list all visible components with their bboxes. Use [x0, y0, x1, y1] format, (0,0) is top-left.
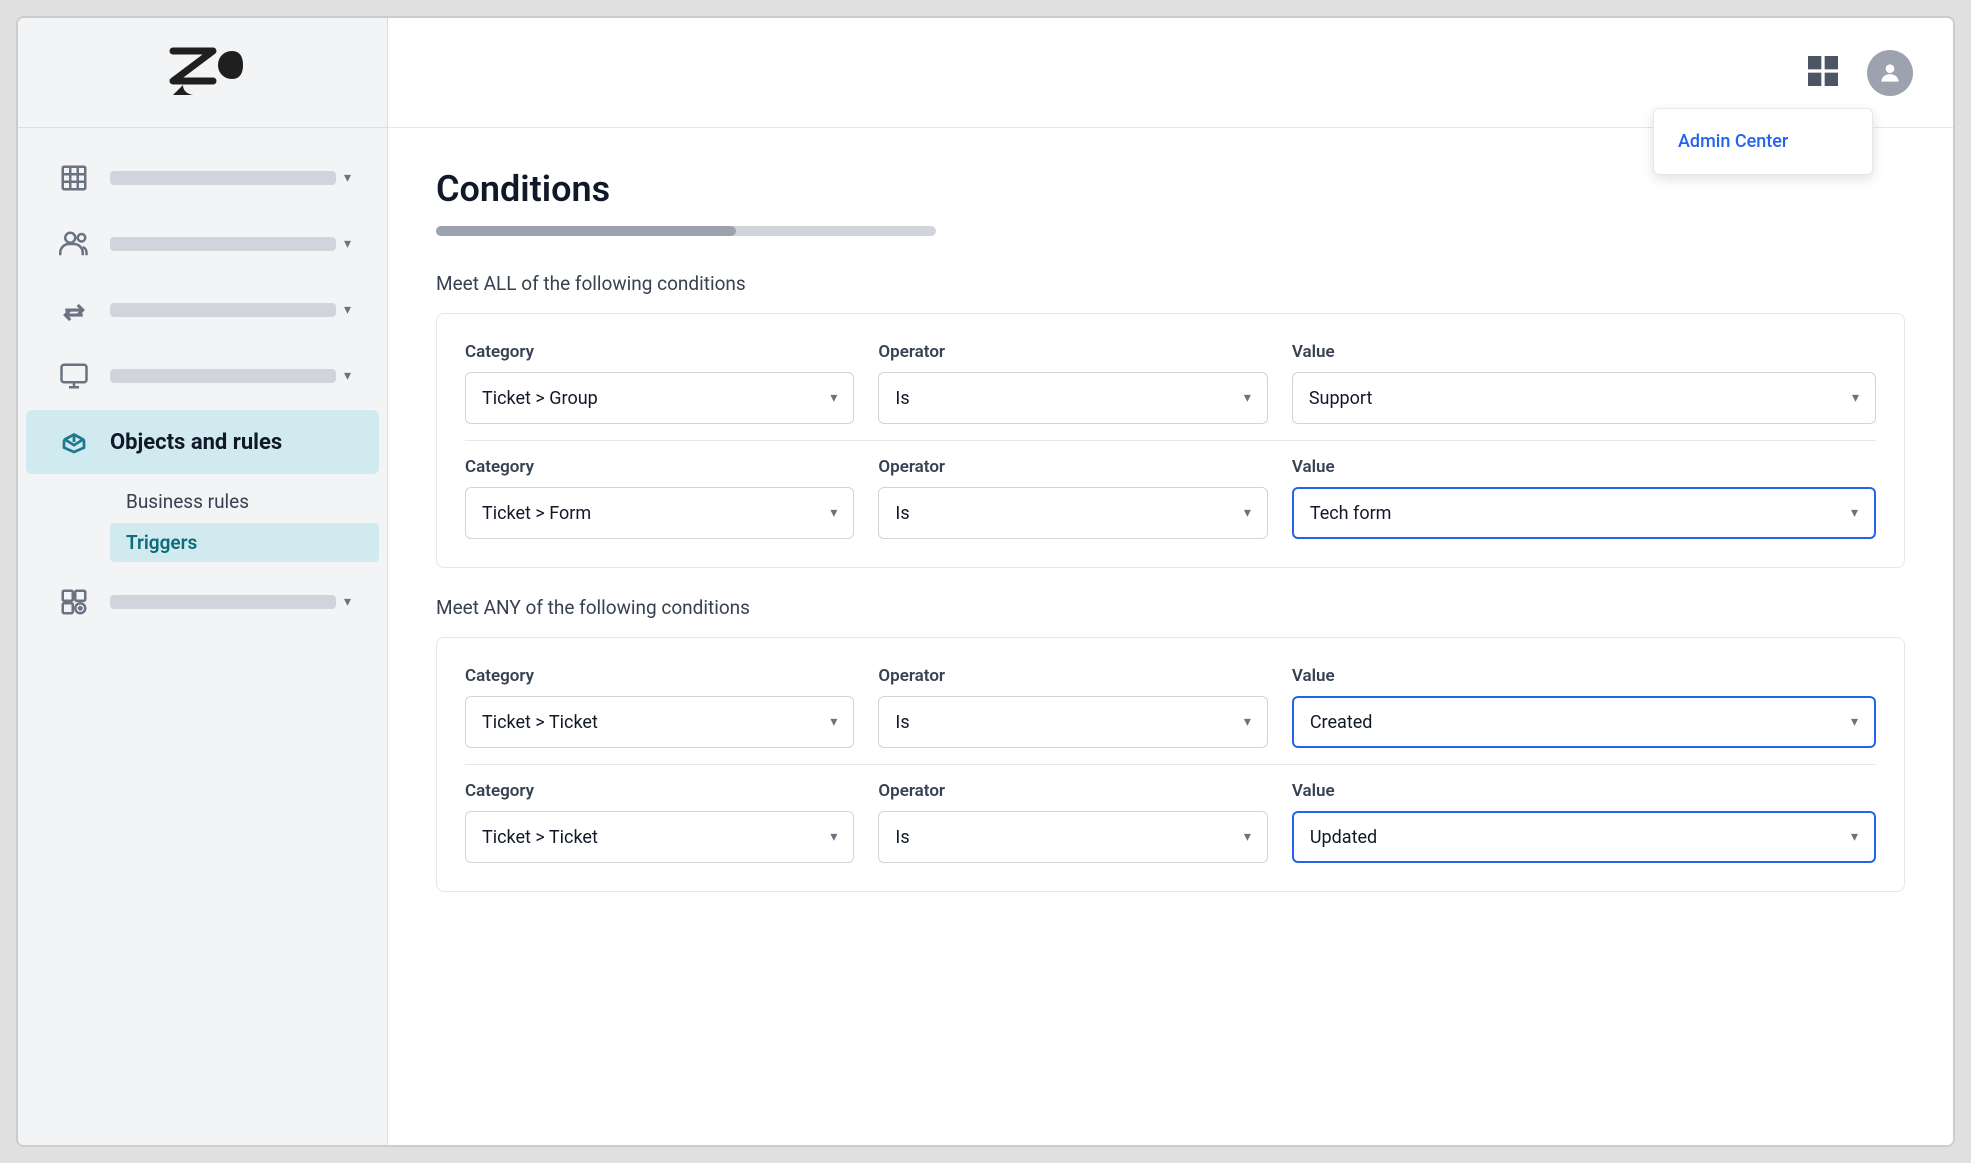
- sidebar-nav: ▾ ▾: [18, 128, 387, 1145]
- table-row: Category Ticket > Ticket ▾ Operator Is ▾: [465, 666, 1876, 748]
- chevron-down-icon: ▾: [830, 505, 837, 521]
- admin-center-link[interactable]: Admin Center: [1654, 117, 1872, 166]
- all-conditions-label: Meet ALL of the following conditions: [436, 272, 1905, 295]
- submenu-triggers[interactable]: Triggers: [110, 523, 379, 562]
- building-icon: [54, 158, 94, 198]
- all-row2-operator-field: Operator Is ▾: [878, 457, 1267, 539]
- objects-rules-label: Objects and rules: [110, 430, 351, 455]
- grid-apps-button[interactable]: [1803, 51, 1843, 95]
- progress-bar: [436, 226, 936, 236]
- any-row2-category-select[interactable]: Ticket > Ticket ▾: [465, 811, 854, 863]
- any-row2-operator-label: Operator: [878, 781, 1267, 801]
- any-row2-category-field: Category Ticket > Ticket ▾: [465, 781, 854, 863]
- content-area: Conditions Meet ALL of the following con…: [388, 128, 1953, 1145]
- separator: [465, 764, 1876, 765]
- any-conditions-label: Meet ANY of the following conditions: [436, 596, 1905, 619]
- chevron-down-icon: ▾: [344, 170, 351, 186]
- chevron-down-icon: ▾: [830, 829, 837, 845]
- chevron-down-icon: ▾: [1244, 829, 1251, 845]
- sidebar-item-apps[interactable]: ▾: [26, 570, 379, 634]
- user-avatar[interactable]: [1867, 50, 1913, 96]
- sidebar-item-objects[interactable]: Objects and rules: [26, 410, 379, 474]
- chevron-down-icon: ▾: [830, 714, 837, 730]
- all-row1-value-label: Value: [1292, 342, 1876, 362]
- all-row2-value-field: Value Tech form ▾: [1292, 457, 1876, 539]
- app-frame: ▾ ▾: [16, 16, 1955, 1147]
- any-row2-value-select[interactable]: Updated ▾: [1292, 811, 1876, 863]
- main-content: Admin Center Conditions Meet ALL of the …: [388, 18, 1953, 1145]
- chevron-down-icon-monitor: ▾: [344, 368, 351, 384]
- people-icon: [54, 224, 94, 264]
- all-row1-value-field: Value Support ▾: [1292, 342, 1876, 424]
- all-row1-operator-label: Operator: [878, 342, 1267, 362]
- chevron-down-icon: ▾: [1852, 390, 1859, 406]
- all-row2-category-select[interactable]: Ticket > Form ▾: [465, 487, 854, 539]
- sidebar-item-arrows[interactable]: ▾: [26, 278, 379, 342]
- any-conditions-block: Category Ticket > Ticket ▾ Operator Is ▾: [436, 637, 1905, 892]
- table-row: Category Ticket > Group ▾ Operator Is ▾: [465, 342, 1876, 424]
- all-row2-operator-label: Operator: [878, 457, 1267, 477]
- chevron-down-icon: ▾: [1244, 390, 1251, 406]
- any-row1-value-label: Value: [1292, 666, 1876, 686]
- any-row1-value-field: Value Created ▾: [1292, 666, 1876, 748]
- table-row: Category Ticket > Form ▾ Operator Is ▾: [465, 457, 1876, 539]
- sidebar: ▾ ▾: [18, 18, 388, 1145]
- all-row1-category-label: Category: [465, 342, 854, 362]
- any-row2-operator-field: Operator Is ▾: [878, 781, 1267, 863]
- chevron-down-icon-apps: ▾: [344, 594, 351, 610]
- all-row2-operator-select[interactable]: Is ▾: [878, 487, 1267, 539]
- progress-bar-fill: [436, 226, 736, 236]
- all-row1-value-select[interactable]: Support ▾: [1292, 372, 1876, 424]
- apps-icon: [54, 582, 94, 622]
- chevron-down-icon: ▾: [1851, 505, 1858, 521]
- submenu-business-rules: Business rules: [110, 482, 379, 521]
- chevron-down-icon-arrows: ▾: [344, 302, 351, 318]
- all-row2-value-select[interactable]: Tech form ▾: [1292, 487, 1876, 539]
- any-row1-category-label: Category: [465, 666, 854, 686]
- table-row: Category Ticket > Ticket ▾ Operator Is ▾: [465, 781, 1876, 863]
- any-row1-category-select[interactable]: Ticket > Ticket ▾: [465, 696, 854, 748]
- any-row1-operator-field: Operator Is ▾: [878, 666, 1267, 748]
- any-row2-value-label: Value: [1292, 781, 1876, 801]
- chevron-down-icon: ▾: [1244, 714, 1251, 730]
- nav-label-apps: [110, 595, 336, 609]
- any-row1-category-field: Category Ticket > Ticket ▾: [465, 666, 854, 748]
- any-row2-category-label: Category: [465, 781, 854, 801]
- chevron-down-icon: ▾: [1851, 829, 1858, 845]
- chevron-down-icon: ▾: [830, 390, 837, 406]
- topbar-icons: [1803, 50, 1913, 96]
- monitor-icon: [54, 356, 94, 396]
- objects-submenu: Business rules Triggers: [18, 476, 387, 568]
- separator: [465, 440, 1876, 441]
- all-conditions-block: Category Ticket > Group ▾ Operator Is ▾: [436, 313, 1905, 568]
- zendesk-logo-icon: [163, 43, 243, 103]
- chevron-down-icon: ▾: [1244, 505, 1251, 521]
- all-row2-category-field: Category Ticket > Form ▾: [465, 457, 854, 539]
- all-row2-value-label: Value: [1292, 457, 1876, 477]
- chevron-down-icon-people: ▾: [344, 236, 351, 252]
- all-row1-category-select[interactable]: Ticket > Group ▾: [465, 372, 854, 424]
- all-row2-category-label: Category: [465, 457, 854, 477]
- nav-label-arrows: [110, 303, 336, 317]
- nav-label-people: [110, 237, 336, 251]
- all-row1-operator-field: Operator Is ▾: [878, 342, 1267, 424]
- sidebar-item-building[interactable]: ▾: [26, 146, 379, 210]
- all-row1-operator-select[interactable]: Is ▾: [878, 372, 1267, 424]
- any-row1-operator-label: Operator: [878, 666, 1267, 686]
- sidebar-item-people[interactable]: ▾: [26, 212, 379, 276]
- all-row1-category-field: Category Ticket > Group ▾: [465, 342, 854, 424]
- any-row2-value-field: Value Updated ▾: [1292, 781, 1876, 863]
- sidebar-logo: [18, 18, 387, 128]
- chevron-down-icon: ▾: [1851, 714, 1858, 730]
- admin-center-dropdown: Admin Center: [1653, 108, 1873, 175]
- nav-label-building: [110, 171, 336, 185]
- nav-label-monitor: [110, 369, 336, 383]
- topbar: Admin Center: [388, 18, 1953, 128]
- any-row1-operator-select[interactable]: Is ▾: [878, 696, 1267, 748]
- any-row2-operator-select[interactable]: Is ▾: [878, 811, 1267, 863]
- sidebar-item-monitor[interactable]: ▾: [26, 344, 379, 408]
- arrows-icon: [54, 290, 94, 330]
- objects-icon: [54, 422, 94, 462]
- any-row1-value-select[interactable]: Created ▾: [1292, 696, 1876, 748]
